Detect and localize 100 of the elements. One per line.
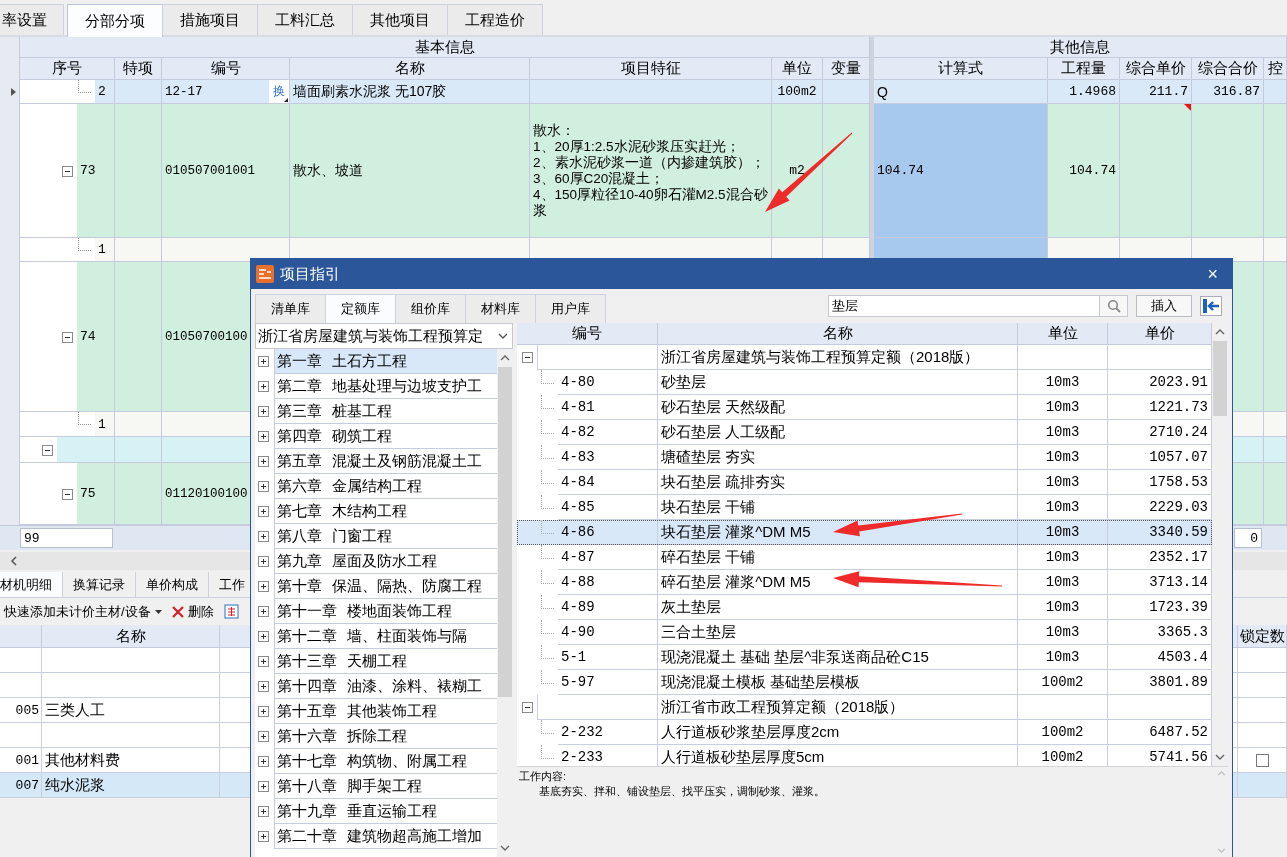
expand-icon[interactable] [258, 431, 269, 442]
tree-item[interactable]: 第十六章 拆除工程 [274, 724, 497, 749]
tree-item[interactable]: 第三章 桩基工程 [274, 399, 497, 424]
collapse-icon[interactable] [62, 165, 73, 177]
expand-icon[interactable] [258, 656, 269, 667]
tree-item[interactable]: 第二章 地基处理与边坡支护工 [274, 374, 497, 399]
expand-icon[interactable] [258, 806, 269, 817]
tab[interactable]: 工料汇总 [257, 4, 353, 35]
input-field[interactable]: 99 [20, 528, 113, 548]
expand-icon[interactable] [258, 631, 269, 642]
search-button[interactable] [1100, 295, 1128, 317]
tree-item[interactable]: 第十五章 其他装饰工程 [274, 699, 497, 724]
expand-icon[interactable] [258, 756, 269, 767]
row-number: 1 [97, 242, 106, 257]
collapse-icon[interactable] [521, 702, 533, 713]
expand-icon[interactable] [258, 506, 269, 517]
description-text: 基底夯实、拌和、铺设垫层、找平压实，调制砂浆、灌浆。 [538, 784, 826, 799]
swap-button[interactable]: 换 [269, 80, 289, 103]
row-number: 73 [79, 163, 96, 178]
expand-icon[interactable] [258, 531, 269, 542]
table-cell: 纯水泥浆 [42, 773, 220, 798]
tree-item[interactable]: 第十八章 脚手架工程 [274, 774, 497, 799]
expand-icon[interactable] [258, 831, 269, 842]
table-row[interactable]: 2 12-17 换 墙面刷素水泥浆 无107胶 100m2 Q 1.4968 211.7 316.87 [0, 80, 1287, 104]
tab[interactable]: 材机明细 [0, 572, 63, 597]
search-field[interactable]: 垫层 [828, 295, 1100, 317]
tab[interactable]: 组价库 [395, 294, 466, 323]
expand-icon[interactable] [258, 781, 269, 792]
scrollbar[interactable] [497, 349, 513, 857]
table-cell[interactable]: 104.74 [874, 104, 1048, 238]
delete-button[interactable]: 删除 [187, 602, 214, 621]
tab[interactable]: 工程造价 [447, 4, 543, 35]
scroll-up-icon[interactable] [1215, 329, 1225, 335]
tab[interactable]: 用户库 [535, 294, 606, 323]
chevron-down-icon [498, 333, 508, 339]
expand-icon[interactable] [258, 581, 269, 592]
scroll-left-icon[interactable] [10, 556, 17, 566]
collapse-icon[interactable] [521, 352, 533, 363]
insert-button[interactable]: 插入 [1136, 295, 1192, 317]
tree-item[interactable]: 第二十章 建筑物超高施工增加 [274, 824, 497, 849]
tab[interactable]: 措施项目 [162, 4, 258, 35]
tab[interactable]: 率设置 [0, 4, 64, 35]
tree-item[interactable]: 第九章 屋面及防水工程 [274, 549, 497, 574]
scroll-thumb[interactable] [498, 367, 512, 697]
tree-item[interactable]: 第八章 门窗工程 [274, 524, 497, 549]
expand-icon[interactable] [258, 406, 269, 417]
expand-icon[interactable] [258, 381, 269, 392]
tree-item[interactable]: 第七章 木结构工程 [274, 499, 497, 524]
tree-item[interactable]: 第六章 金属结构工程 [274, 474, 497, 499]
corner-mark-icon [284, 98, 288, 102]
search-icon [1106, 299, 1121, 313]
caret-icon[interactable] [154, 609, 162, 614]
section-label: 工作内容: [519, 769, 568, 784]
scroll-down-icon[interactable] [1215, 754, 1225, 760]
current-row-icon [11, 88, 16, 96]
checkbox[interactable] [1255, 753, 1269, 767]
tree-item[interactable]: 第十七章 构筑物、附属工程 [274, 749, 497, 774]
expand-icon[interactable] [258, 706, 269, 717]
expand-icon[interactable] [258, 606, 269, 617]
collapse-icon[interactable] [42, 444, 53, 456]
expand-icon[interactable] [258, 356, 269, 367]
add-material-button[interactable]: 快速添加未计价主材/设备 [4, 602, 151, 621]
table-icon[interactable] [223, 604, 239, 619]
table-row[interactable]: 73 010507001001 散水、坡道 散水： 1、20厚1:2.5水泥砂浆压实赶光； 2、素水泥砂浆一道（内掺建筑胶）； 3、60厚C20混凝土； 4、150厚粒径10-40卵石灌M2.5混合砂浆 m2 104.74 104.74 [0, 104, 1287, 238]
input-field[interactable]: 0 [1234, 528, 1262, 548]
library-dropdown[interactable]: 浙江省房屋建筑与装饰工程预算定 [255, 323, 513, 349]
tree-item[interactable]: 第十二章 墙、柱面装饰与隔 [274, 624, 497, 649]
collapse-icon[interactable] [62, 488, 73, 500]
expand-icon[interactable] [258, 731, 269, 742]
tree-item[interactable]: 第十章 保温、隔热、防腐工程 [274, 574, 497, 599]
tab[interactable]: 其他项目 [352, 4, 448, 35]
app-icon [256, 265, 274, 283]
tree-item[interactable]: 第十三章 天棚工程 [274, 649, 497, 674]
scroll-up-icon[interactable] [500, 355, 510, 361]
table-row[interactable]: 4-86 块石垫层 灌浆^DM M5 10m3 3340.59 [517, 520, 1212, 545]
close-button[interactable]: × [1207, 263, 1218, 285]
scroll-thumb[interactable] [1213, 341, 1227, 416]
tree-item[interactable]: 第四章 砌筑工程 [274, 424, 497, 449]
row-number: 74 [79, 329, 96, 344]
tab[interactable]: 材料库 [465, 294, 536, 323]
exit-icon[interactable] [1200, 296, 1222, 316]
expand-icon[interactable] [258, 481, 269, 492]
table-cell: 007 [0, 773, 42, 798]
row-number: 1 [97, 416, 106, 432]
collapse-icon[interactable] [62, 331, 73, 343]
row-number: 2 [97, 84, 106, 99]
tree-item[interactable]: 第十一章 楼地面装饰工程 [274, 599, 497, 624]
tab[interactable]: 清单库 [255, 294, 326, 323]
expand-icon[interactable] [258, 456, 269, 467]
tree-item[interactable]: 第一章 土石方工程 [274, 349, 497, 374]
scroll-down-icon[interactable] [500, 845, 510, 851]
expand-icon[interactable] [258, 556, 269, 567]
tree-item[interactable]: 第十四章 油漆、涂料、裱糊工 [274, 674, 497, 699]
delete-icon[interactable] [171, 605, 184, 618]
row-number: 75 [79, 486, 96, 501]
tab[interactable]: 分部分项 [67, 4, 163, 37]
tab[interactable]: 定额库 [325, 294, 396, 323]
tree-item[interactable]: 第五章 混凝土及钢筋混凝土工 [274, 449, 497, 474]
expand-icon[interactable] [258, 681, 269, 692]
tree-item[interactable]: 第十九章 垂直运输工程 [274, 799, 497, 824]
